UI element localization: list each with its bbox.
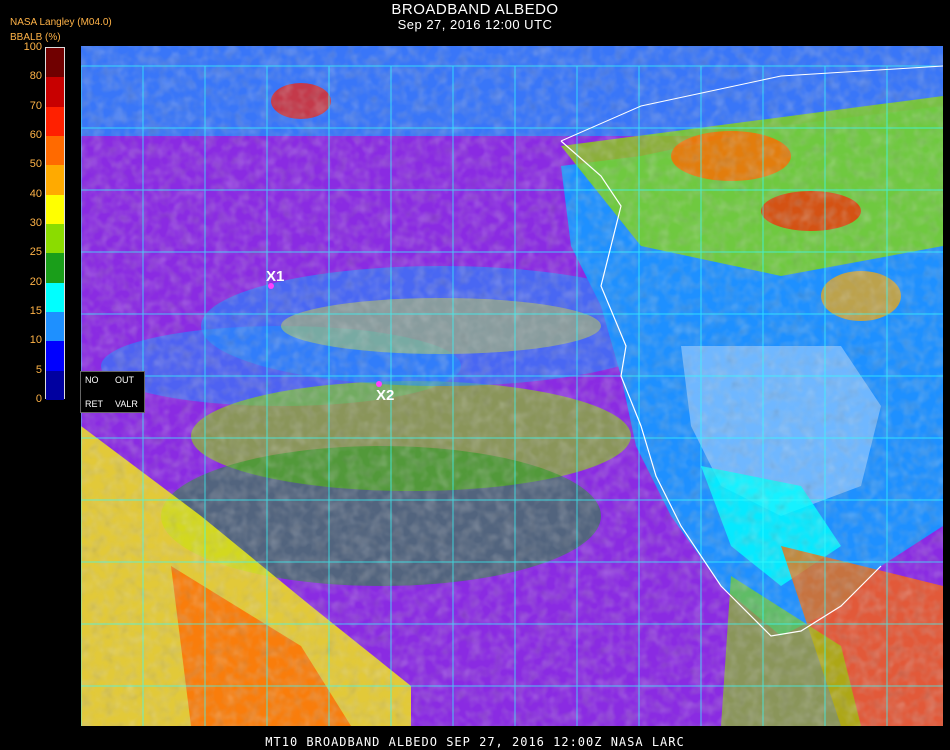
colorbar-tick-label: 10 [29, 334, 42, 347]
colorbar-segment [46, 165, 64, 196]
colorbar-tick-label: 20 [29, 275, 42, 288]
colorbar-segment [46, 136, 64, 166]
albedo-map [81, 46, 943, 726]
no-retrieval-legend: NO OUT RET VALR [80, 371, 145, 413]
colorbar-tick-label: 50 [29, 158, 42, 171]
title: BROADBAND ALBEDO [391, 1, 559, 18]
colorbar-tick-label: 100 [23, 41, 42, 53]
colorbar-segment [46, 282, 64, 313]
colorbar-segment [46, 312, 64, 342]
marker-x1-label: X1 [266, 268, 285, 285]
source-label: NASA Langley (M04.0) [10, 17, 112, 28]
colorbar-segment [46, 224, 64, 254]
colorbar [45, 47, 65, 401]
colorbar-tick-label: 5 [35, 363, 42, 376]
legend-ret-label: RET [85, 399, 103, 409]
colorbar-segment [46, 253, 64, 284]
footer-caption: MT10 BROADBAND ALBEDO SEP 27, 2016 12:00… [265, 735, 685, 749]
datetime: Sep 27, 2016 12:00 UTC [397, 17, 553, 32]
legend-no-label: NO [85, 375, 99, 385]
legend-valr-label: VALR [115, 399, 138, 409]
colorbar-tick-label: 40 [29, 187, 42, 200]
marker-x2-label: X2 [376, 387, 395, 404]
colorbar-segment [46, 106, 64, 137]
colorbar-segment [46, 77, 64, 108]
colorbar-tick-label: 0 [35, 393, 42, 405]
colorbar-tick-label: 15 [29, 305, 42, 317]
colorbar-segment [46, 48, 64, 78]
colorbar-segment [46, 370, 64, 401]
colorbar-tick-label: 80 [29, 70, 42, 83]
colorbar-tick-label: 70 [29, 99, 42, 112]
colorbar-tick-label: 30 [29, 217, 42, 229]
colorbar-tick-label: 60 [29, 129, 42, 141]
colorbar-tick-label: 25 [29, 246, 42, 259]
colorbar-segment [46, 194, 64, 225]
colorbar-segment [46, 341, 64, 372]
legend-out-label: OUT [115, 375, 134, 385]
